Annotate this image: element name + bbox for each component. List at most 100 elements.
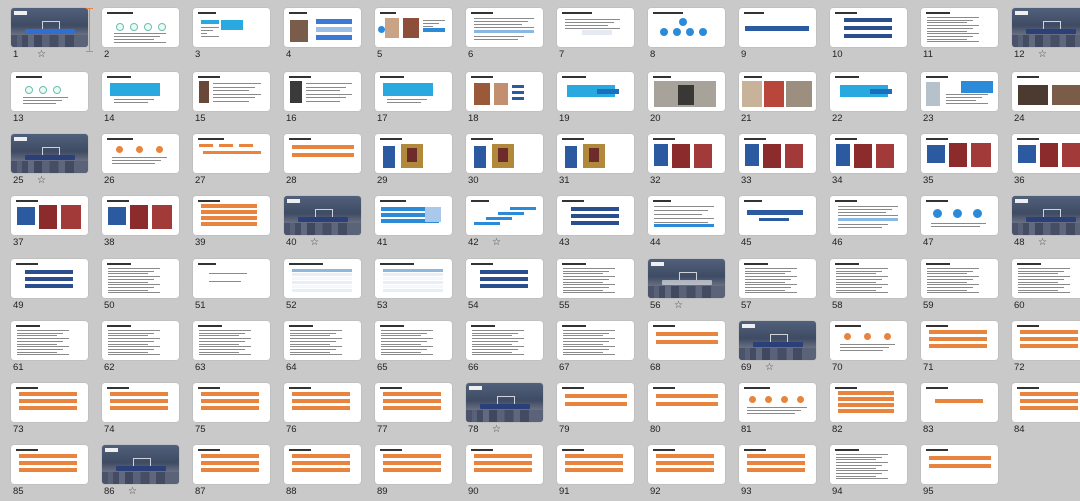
slide-thumbnail[interactable] — [1012, 259, 1080, 298]
slide-thumbnail[interactable] — [284, 8, 361, 47]
slide-thumbnail[interactable] — [739, 72, 816, 111]
slide-thumbnail[interactable] — [102, 259, 179, 298]
slide-thumbnail[interactable] — [193, 259, 270, 298]
slide-thumbnail[interactable] — [102, 445, 179, 484]
slide-thumbnail[interactable] — [375, 8, 452, 47]
slide-thumbnail[interactable] — [557, 72, 634, 111]
slide-thumbnail[interactable] — [739, 321, 816, 360]
slide-thumbnail[interactable] — [648, 259, 725, 298]
slide-thumbnail[interactable] — [375, 445, 452, 484]
slide-thumbnail[interactable] — [193, 134, 270, 173]
star-icon[interactable]: ☆ — [492, 423, 501, 436]
slide-thumbnail[interactable] — [921, 134, 998, 173]
slide-thumbnail[interactable] — [648, 196, 725, 235]
slide-thumbnail[interactable] — [375, 259, 452, 298]
slide-thumbnail[interactable] — [466, 72, 543, 111]
slide-thumbnail[interactable] — [466, 8, 543, 47]
slide-thumbnail[interactable] — [11, 196, 88, 235]
slide-thumbnail[interactable] — [1012, 321, 1080, 360]
slide-thumbnail[interactable] — [102, 72, 179, 111]
slide-thumbnail[interactable] — [921, 383, 998, 422]
slide-thumbnail[interactable] — [739, 383, 816, 422]
slide-thumbnail[interactable] — [102, 8, 179, 47]
slide-thumbnail[interactable] — [466, 259, 543, 298]
slide-thumbnail[interactable] — [921, 259, 998, 298]
slide-thumbnail[interactable] — [1012, 8, 1080, 47]
slide-thumbnail[interactable] — [648, 321, 725, 360]
slide-thumbnail[interactable] — [193, 321, 270, 360]
slide-thumbnail[interactable] — [11, 445, 88, 484]
star-icon[interactable]: ☆ — [310, 236, 319, 249]
slide-thumbnail[interactable] — [830, 72, 907, 111]
slide-thumbnail[interactable] — [284, 196, 361, 235]
slide-thumbnail[interactable] — [284, 72, 361, 111]
slide-thumbnail[interactable] — [921, 445, 998, 484]
slide-thumbnail[interactable] — [11, 259, 88, 298]
slide-thumbnail[interactable] — [739, 196, 816, 235]
star-icon[interactable]: ☆ — [1038, 48, 1047, 61]
slide-thumbnail[interactable] — [739, 134, 816, 173]
slide-thumbnail[interactable] — [102, 383, 179, 422]
star-icon[interactable]: ☆ — [492, 236, 501, 249]
slide-thumbnail[interactable] — [11, 321, 88, 360]
slide-thumbnail[interactable] — [557, 445, 634, 484]
slide-thumbnail[interactable] — [11, 8, 88, 47]
star-icon[interactable]: ☆ — [1038, 236, 1047, 249]
slide-thumbnail[interactable] — [193, 72, 270, 111]
slide-thumbnail[interactable] — [830, 321, 907, 360]
slide-thumbnail[interactable] — [921, 321, 998, 360]
slide-thumbnail[interactable] — [739, 8, 816, 47]
slide-thumbnail[interactable] — [830, 259, 907, 298]
slide-thumbnail[interactable] — [557, 383, 634, 422]
slide-thumbnail[interactable] — [648, 8, 725, 47]
slide-thumbnail[interactable] — [830, 383, 907, 422]
slide-thumbnail[interactable] — [830, 196, 907, 235]
slide-thumbnail[interactable] — [648, 72, 725, 111]
slide-thumbnail[interactable] — [557, 134, 634, 173]
slide-thumbnail[interactable] — [739, 259, 816, 298]
slide-thumbnail[interactable] — [739, 445, 816, 484]
slide-thumbnail[interactable] — [921, 196, 998, 235]
slide-thumbnail[interactable] — [284, 321, 361, 360]
slide-thumbnail[interactable] — [375, 134, 452, 173]
slide-thumbnail[interactable] — [466, 383, 543, 422]
slide-thumbnail[interactable] — [193, 383, 270, 422]
slide-thumbnail[interactable] — [284, 259, 361, 298]
slide-thumbnail[interactable] — [11, 383, 88, 422]
slide-thumbnail[interactable] — [648, 134, 725, 173]
star-icon[interactable]: ☆ — [674, 299, 683, 312]
star-icon[interactable]: ☆ — [37, 174, 46, 187]
slide-thumbnail[interactable] — [466, 445, 543, 484]
slide-thumbnail[interactable] — [1012, 196, 1080, 235]
slide-thumbnail[interactable] — [102, 196, 179, 235]
slide-thumbnail[interactable] — [557, 259, 634, 298]
slide-thumbnail[interactable] — [375, 321, 452, 360]
star-icon[interactable]: ☆ — [128, 485, 137, 498]
slide-thumbnail[interactable] — [830, 8, 907, 47]
slide-thumbnail[interactable] — [193, 196, 270, 235]
slide-thumbnail[interactable] — [648, 383, 725, 422]
slide-thumbnail[interactable] — [11, 72, 88, 111]
slide-thumbnail[interactable] — [11, 134, 88, 173]
slide-thumbnail[interactable] — [466, 134, 543, 173]
slide-thumbnail[interactable] — [648, 445, 725, 484]
slide-thumbnail[interactable] — [557, 196, 634, 235]
slide-thumbnail[interactable] — [557, 321, 634, 360]
slide-thumbnail[interactable] — [1012, 72, 1080, 111]
slide-thumbnail[interactable] — [466, 321, 543, 360]
slide-thumbnail[interactable] — [284, 383, 361, 422]
slide-thumbnail[interactable] — [193, 445, 270, 484]
slide-thumbnail[interactable] — [1012, 383, 1080, 422]
slide-thumbnail[interactable] — [557, 8, 634, 47]
slide-thumbnail[interactable] — [284, 445, 361, 484]
slide-thumbnail[interactable] — [921, 8, 998, 47]
slide-thumbnail[interactable] — [102, 134, 179, 173]
slide-thumbnail[interactable] — [375, 196, 452, 235]
slide-thumbnail[interactable] — [375, 383, 452, 422]
slide-thumbnail[interactable] — [102, 321, 179, 360]
slide-thumbnail[interactable] — [1012, 134, 1080, 173]
slide-thumbnail[interactable] — [921, 72, 998, 111]
star-icon[interactable]: ☆ — [765, 361, 774, 374]
slide-thumbnail[interactable] — [193, 8, 270, 47]
slide-thumbnail[interactable] — [375, 72, 452, 111]
